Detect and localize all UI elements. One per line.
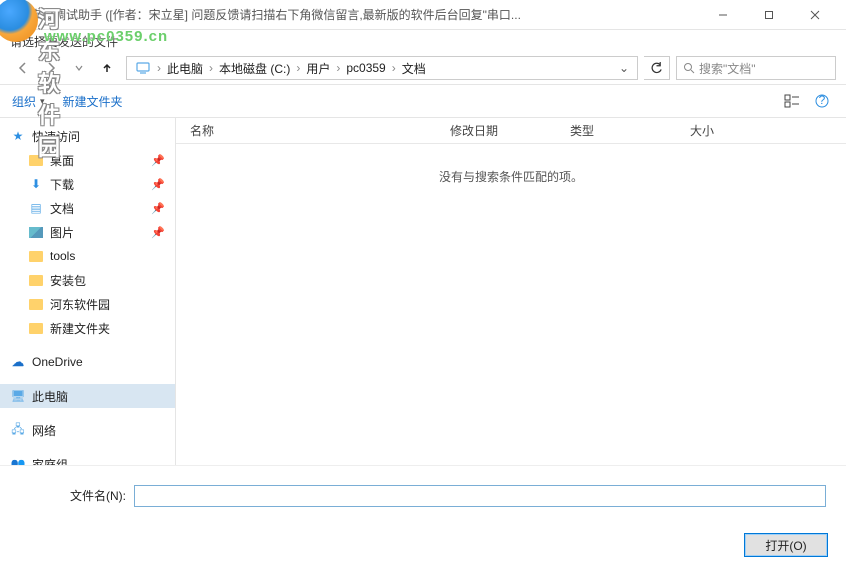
pin-icon: 📌 [151, 178, 165, 191]
column-name[interactable]: 名称 [176, 122, 436, 139]
maximize-button[interactable] [746, 1, 792, 29]
filename-row: 文件名(N): [0, 465, 846, 525]
homegroup-icon: 👥 [10, 456, 26, 465]
minimize-button[interactable] [700, 1, 746, 29]
sidebar-item-hedong[interactable]: 河东软件园 [0, 292, 175, 316]
sidebar-item-desktop[interactable]: 桌面 📌 [0, 148, 175, 172]
file-list-area: 名称 修改日期 类型 大小 没有与搜索条件匹配的项。 [176, 118, 846, 465]
folder-icon [28, 248, 44, 264]
sidebar-item-documents[interactable]: ▤ 文档 📌 [0, 196, 175, 220]
toolbar: 组织 ▾ 新建文件夹 ? [0, 84, 846, 118]
nav-forward-button[interactable] [38, 56, 64, 80]
pin-icon: 📌 [151, 154, 165, 167]
view-options-button[interactable] [780, 89, 804, 113]
download-icon: ⬇ [28, 176, 44, 192]
breadcrumb-part[interactable]: pc0359 [342, 57, 389, 79]
sidebar-item-downloads[interactable]: ⬇ 下载 📌 [0, 172, 175, 196]
open-button[interactable]: 打开(O) [744, 533, 828, 557]
chevron-right-icon: › [207, 61, 215, 75]
sidebar-network[interactable]: 🖧 网络 [0, 418, 175, 442]
filename-label: 文件名(N): [70, 487, 126, 504]
folder-icon [28, 272, 44, 288]
chevron-right-icon: › [390, 61, 398, 75]
sidebar: ★ 快速访问 桌面 📌 ⬇ 下载 📌 ▤ 文档 📌 图片 📌 tools [0, 118, 176, 465]
column-size[interactable]: 大小 [676, 122, 756, 139]
onedrive-icon: ☁ [10, 354, 26, 370]
folder-icon [28, 320, 44, 336]
column-headers: 名称 修改日期 类型 大小 [176, 118, 846, 144]
sidebar-quick-access[interactable]: ★ 快速访问 [0, 124, 175, 148]
folder-icon [28, 296, 44, 312]
breadcrumb-dropdown-icon[interactable]: ⌄ [615, 61, 633, 75]
search-input[interactable]: 搜索"文档" [676, 56, 836, 80]
empty-message: 没有与搜索条件匹配的项。 [176, 144, 846, 185]
refresh-button[interactable] [644, 56, 670, 80]
close-button[interactable] [792, 1, 838, 29]
folder-icon [28, 152, 44, 168]
address-bar: › 此电脑 › 本地磁盘 (C:) › 用户 › pc0359 › 文档 ⌄ 搜… [0, 52, 846, 84]
breadcrumb-root[interactable]: 此电脑 [163, 57, 207, 79]
dialog-title: 请选择要发送的文件 [0, 30, 846, 52]
search-placeholder: 搜索"文档" [699, 60, 756, 77]
organize-button[interactable]: 组织 ▾ [12, 93, 45, 110]
app-titlebar: 串口调试助手 ([作者：宋立星] 问题反馈请扫描右下角微信留言,最新版的软件后台… [0, 0, 846, 30]
svg-text:?: ? [819, 94, 826, 107]
breadcrumb-part[interactable]: 用户 [302, 57, 334, 79]
pin-icon: 📌 [151, 226, 165, 239]
breadcrumb-part[interactable]: 文档 [398, 57, 430, 79]
sidebar-this-pc[interactable]: 🖥 此电脑 [0, 384, 175, 408]
this-pc-icon [135, 60, 151, 76]
sidebar-item-pictures[interactable]: 图片 📌 [0, 220, 175, 244]
sidebar-item-tools[interactable]: tools [0, 244, 175, 268]
nav-back-button[interactable] [10, 56, 36, 80]
pin-icon: 📌 [151, 202, 165, 215]
sidebar-homegroup[interactable]: 👥 家庭组 [0, 452, 175, 465]
new-folder-button[interactable]: 新建文件夹 [63, 93, 123, 110]
chevron-right-icon: › [155, 61, 163, 75]
picture-icon [28, 224, 44, 240]
chevron-right-icon: › [294, 61, 302, 75]
filename-input[interactable] [134, 485, 826, 507]
star-icon: ★ [10, 128, 26, 144]
chevron-right-icon: › [334, 61, 342, 75]
chevron-down-icon: ▾ [40, 96, 45, 107]
this-pc-icon: 🖥 [10, 388, 26, 404]
sidebar-item-install[interactable]: 安装包 [0, 268, 175, 292]
network-icon: 🖧 [10, 422, 26, 438]
breadcrumb[interactable]: › 此电脑 › 本地磁盘 (C:) › 用户 › pc0359 › 文档 ⌄ [126, 56, 638, 80]
dialog-footer: 打开(O) [0, 525, 846, 565]
app-title: 串口调试助手 ([作者：宋立星] 问题反馈请扫描右下角微信留言,最新版的软件后台… [30, 6, 700, 23]
nav-up-button[interactable] [94, 56, 120, 80]
sidebar-item-newfolder[interactable]: 新建文件夹 [0, 316, 175, 340]
column-type[interactable]: 类型 [556, 122, 676, 139]
help-button[interactable]: ? [810, 89, 834, 113]
app-icon [8, 7, 24, 23]
nav-recent-button[interactable] [66, 56, 92, 80]
breadcrumb-part[interactable]: 本地磁盘 (C:) [215, 57, 294, 79]
document-icon: ▤ [28, 200, 44, 216]
search-icon [683, 62, 695, 74]
sidebar-onedrive[interactable]: ☁ OneDrive [0, 350, 175, 374]
column-date[interactable]: 修改日期 [436, 122, 556, 139]
